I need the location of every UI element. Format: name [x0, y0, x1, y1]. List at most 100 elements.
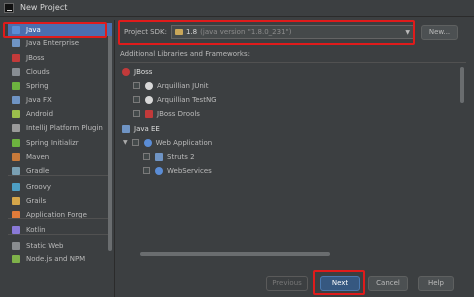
library-label: WebServices [167, 166, 212, 175]
java-ee-icon [122, 124, 130, 133]
library-item[interactable]: Arquillian JUnit [133, 79, 208, 92]
sidebar-item-label: Java [26, 25, 41, 34]
group-jboss[interactable]: JBoss [122, 65, 152, 78]
android-icon [12, 109, 20, 118]
library-item[interactable]: Arquillian TestNG [133, 93, 217, 106]
checkbox[interactable] [131, 139, 139, 146]
new-sdk-button[interactable]: New... [421, 25, 458, 40]
sidebar-item-label: Maven [26, 152, 50, 161]
sidebar-separator [8, 218, 108, 219]
project-type-list[interactable]: Java Java Enterprise JBoss Clouds Spring Java… [5, 20, 115, 297]
arquillian-icon [145, 81, 153, 90]
jboss-icon [122, 67, 130, 76]
sidebar-item-label: IntelliJ Platform Plugin [26, 123, 103, 132]
chevron-down-icon[interactable]: ▼ [405, 29, 410, 36]
previous-button[interactable]: Previous [266, 276, 308, 291]
sidebar-item[interactable]: Static Web [8, 239, 112, 252]
library-item[interactable]: WebServices [143, 164, 212, 177]
sidebar-item[interactable]: Android [8, 107, 112, 120]
next-button[interactable]: Next [320, 276, 360, 291]
sidebar-item[interactable]: Spring [8, 79, 112, 92]
checkbox[interactable] [133, 96, 140, 103]
library-label: JBoss Drools [157, 109, 200, 118]
sidebar-separator [8, 175, 108, 176]
sidebar-item[interactable]: Node.js and NPM [8, 252, 112, 265]
sidebar-item-label: Static Web [26, 241, 64, 250]
libraries-tree[interactable]: JBoss Arquillian JUnit Arquillian TestNG… [120, 62, 466, 258]
sidebar-item[interactable]: Java [8, 23, 112, 36]
sidebar-separator [8, 234, 108, 235]
library-label: Web Application [155, 138, 213, 147]
sidebar-item-label: Android [26, 109, 54, 118]
chevron-down-icon[interactable]: ▼ [123, 139, 128, 146]
library-label: Arquillian JUnit [157, 81, 209, 90]
plugin-icon [12, 123, 20, 132]
group-label: Java EE [134, 124, 160, 133]
library-label: Struts 2 [167, 152, 195, 161]
sdk-folder-icon [175, 29, 183, 35]
kotlin-icon [12, 225, 20, 234]
sidebar-item[interactable]: Clouds [8, 65, 112, 78]
grails-icon [12, 196, 20, 205]
sidebar-item[interactable]: Spring Initializr [8, 136, 112, 149]
sidebar-item-label: Clouds [26, 67, 50, 76]
sidebar-item[interactable]: Maven [8, 150, 112, 163]
sidebar-item-label: Kotlin [26, 225, 46, 234]
cloud-icon [12, 67, 20, 76]
title-bar: New Project [0, 0, 474, 17]
project-sdk-dropdown[interactable]: 1.8 (java version "1.8.0_231") ▼ [171, 25, 415, 39]
library-label: Arquillian TestNG [157, 95, 217, 104]
sdk-value: 1.8 [186, 28, 198, 36]
library-item[interactable]: Struts 2 [143, 150, 195, 163]
checkbox[interactable] [133, 82, 140, 89]
folder-icon [12, 25, 20, 34]
sidebar-item[interactable]: Application Forge [8, 208, 112, 221]
sidebar-item-label: Spring [26, 81, 49, 90]
gradle-icon [12, 166, 20, 175]
spring-initializr-icon [12, 138, 20, 147]
java-enterprise-icon [12, 38, 20, 47]
checkbox[interactable] [133, 110, 140, 117]
project-sdk-label: Project SDK: [124, 28, 167, 36]
library-item[interactable]: JBoss Drools [133, 107, 200, 120]
sidebar-item-label: JBoss [26, 53, 45, 62]
static-web-icon [12, 241, 20, 250]
struts-icon [155, 152, 163, 161]
sidebar-item-label: Gradle [26, 166, 50, 175]
sidebar-item-label: Node.js and NPM [26, 254, 86, 263]
libraries-horizontal-scrollbar[interactable] [140, 252, 330, 256]
sidebar-item-label: Spring Initializr [26, 138, 79, 147]
group-java-ee[interactable]: Java EE [122, 122, 160, 135]
javafx-icon [12, 95, 20, 104]
groovy-icon [12, 182, 20, 191]
window-title: New Project [20, 3, 68, 12]
sidebar-item[interactable]: Groovy [8, 180, 112, 193]
sidebar-item-label: Java FX [26, 95, 52, 104]
spring-icon [12, 81, 20, 90]
cancel-button[interactable]: Cancel [368, 276, 408, 291]
checkbox[interactable] [143, 167, 150, 174]
web-icon [143, 138, 152, 147]
sidebar-item[interactable]: IntelliJ Platform Plugin [8, 121, 112, 134]
libraries-label: Additional Libraries and Frameworks: [120, 50, 250, 58]
maven-icon [12, 152, 20, 161]
dialog-buttons: Previous Next Cancel Help [120, 267, 474, 297]
sidebar-item[interactable]: Java FX [8, 93, 112, 106]
drools-icon [145, 109, 153, 118]
libraries-scrollbar[interactable] [460, 67, 464, 103]
sidebar-item[interactable]: JBoss [8, 51, 112, 64]
group-label: JBoss [134, 67, 153, 76]
jboss-icon [12, 53, 20, 62]
help-button[interactable]: Help [418, 276, 454, 291]
checkbox[interactable] [143, 153, 150, 160]
sidebar-item-label: Groovy [26, 182, 51, 191]
sdk-version-hint: (java version "1.8.0_231") [200, 28, 292, 36]
nodejs-icon [12, 254, 20, 263]
sidebar-item-label: Java Enterprise [26, 38, 80, 47]
sidebar-item[interactable]: Grails [8, 194, 112, 207]
library-item[interactable]: ▼ Web Application [123, 136, 212, 149]
intellij-app-icon [4, 3, 14, 13]
sidebar-item[interactable]: Java Enterprise [8, 36, 112, 49]
webservices-icon [155, 166, 163, 175]
arquillian-icon [145, 95, 153, 104]
